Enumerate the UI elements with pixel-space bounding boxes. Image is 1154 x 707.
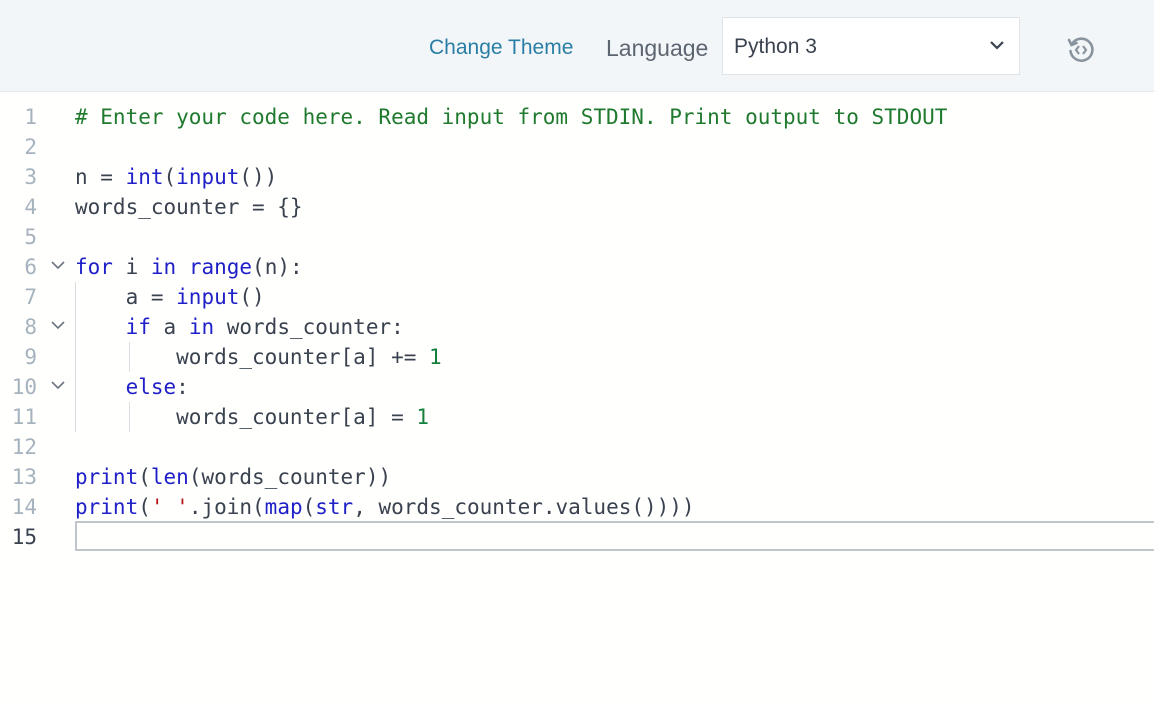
code-token: print (75, 465, 139, 489)
code-text: print(' '.join(map(str, words_counter.va… (75, 492, 695, 522)
line-number: 13 (11, 465, 37, 489)
line-number: 12 (11, 435, 37, 459)
code-token: for (75, 255, 113, 279)
fold-chevron-icon[interactable] (51, 320, 65, 330)
chevron-down-icon (990, 41, 1004, 50)
line-number: 3 (24, 165, 37, 189)
code-line[interactable]: 8 if a in words_counter: (0, 312, 1154, 342)
code-token: ( (138, 495, 151, 519)
code-token: int (125, 165, 164, 189)
fold-chevron-icon[interactable] (51, 380, 65, 390)
code-token: a (150, 315, 189, 339)
line-number: 1 (24, 105, 37, 129)
code-text: print(len(words_counter)) (75, 462, 391, 492)
code-token: n = (75, 165, 126, 189)
code-token: if (125, 315, 151, 339)
code-line[interactable]: 10 else: (0, 372, 1154, 402)
code-line[interactable]: 13 print(len(words_counter)) (0, 462, 1154, 492)
code-token: len (150, 465, 189, 489)
code-token: words_counter[a] = (75, 405, 417, 429)
code-line[interactable]: 7 a = input() (0, 282, 1154, 312)
code-token: in (150, 255, 177, 279)
code-text: words_counter[a] = 1 (75, 402, 429, 432)
code-text: else: (75, 372, 189, 402)
code-token: i (112, 255, 151, 279)
code-token: () (239, 285, 265, 309)
code-token: else (125, 375, 177, 399)
code-line[interactable]: 6 for i in range(n): (0, 252, 1154, 282)
line-number: 4 (24, 195, 37, 219)
line-number: 5 (24, 225, 37, 249)
code-token: print (75, 495, 139, 519)
code-token: input (176, 285, 240, 309)
code-text: # Enter your code here. Read input from … (75, 102, 947, 132)
code-token: ( (138, 465, 151, 489)
line-number: 8 (24, 315, 37, 339)
code-token: words_counter: (214, 315, 404, 339)
code-line[interactable]: 1 # Enter your code here. Read input from… (0, 102, 1154, 132)
code-token: ()) (239, 165, 278, 189)
fold-chevron-icon[interactable] (51, 260, 65, 270)
line-number: 11 (11, 405, 37, 429)
code-line[interactable]: 5 (0, 222, 1154, 252)
history-reset-icon[interactable] (1066, 35, 1096, 65)
line-number: 2 (24, 135, 37, 159)
code-token: ( (302, 495, 316, 519)
code-line[interactable]: 4 words_counter = {} (0, 192, 1154, 222)
code-line[interactable]: 12 (0, 432, 1154, 462)
code-token: : (176, 375, 189, 399)
line-number: 6 (24, 255, 37, 279)
code-token: map (264, 495, 303, 519)
code-token: # Enter your code here. Read input from … (75, 105, 948, 129)
code-token: ' ' (150, 495, 189, 519)
line-number: 15 (11, 525, 37, 549)
code-line[interactable]: 11 words_counter[a] = 1 (0, 402, 1154, 432)
language-label: Language (606, 35, 709, 61)
code-token: words_counter = {} (75, 195, 303, 219)
code-token: 1 (416, 405, 430, 429)
code-token: (n): (252, 255, 303, 279)
line-number: 7 (24, 285, 37, 309)
code-token: a = (75, 285, 177, 309)
language-select-value: Python 3 (734, 35, 817, 58)
code-token: words_counter[a] += (75, 345, 430, 369)
code-editor[interactable]: 1 # Enter your code here. Read input from… (0, 92, 1154, 707)
line-number: 14 (11, 495, 37, 519)
code-line[interactable]: 14 print(' '.join(map(str, words_counter.… (0, 492, 1154, 522)
code-token: str (315, 495, 354, 519)
code-text: words_counter[a] += 1 (75, 342, 442, 372)
change-theme-link[interactable]: Change Theme (429, 34, 573, 62)
code-token: ( (163, 165, 177, 189)
code-text: words_counter = {} (75, 192, 303, 222)
code-text: a = input() (75, 282, 265, 312)
code-line[interactable]: 9 words_counter[a] += 1 (0, 342, 1154, 372)
code-token: range (188, 255, 253, 279)
current-line-highlight (75, 521, 1154, 551)
code-token: in (188, 315, 215, 339)
code-token: , words_counter.values()))) (353, 495, 695, 519)
line-number: 9 (24, 345, 37, 369)
code-text: for i in range(n): (75, 252, 303, 282)
language-select[interactable]: Python 3 (722, 17, 1020, 75)
code-text: n = int(input()) (75, 162, 277, 192)
code-token: .join( (188, 495, 265, 519)
code-token: input (176, 165, 240, 189)
code-token: 1 (429, 345, 442, 369)
code-line[interactable]: 3 n = int(input()) (0, 162, 1154, 192)
line-number: 10 (11, 375, 37, 399)
code-token: (words_counter)) (188, 465, 392, 489)
code-line[interactable]: 2 (0, 132, 1154, 162)
editor-toolbar: Change Theme Language Python 3 (0, 0, 1154, 92)
code-text: if a in words_counter: (75, 312, 404, 342)
